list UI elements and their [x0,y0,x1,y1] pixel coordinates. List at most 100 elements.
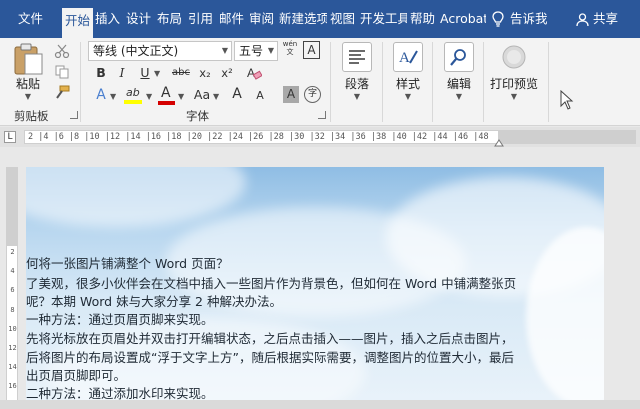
subscript-button[interactable]: x₂ [196,64,214,82]
cut-icon[interactable] [54,44,70,58]
styles-label: 样式 [395,77,420,91]
document-text-line: 了美观，很多小伙伴会在文档中插入一些图片作为背景色，但如何在 Word 中铺满整… [26,276,517,291]
editing-button[interactable]: 编辑 ▼ [444,42,474,101]
font-color-swatch [158,101,175,105]
paste-dropdown-icon[interactable]: ▼ [25,92,31,101]
background-cloud [26,167,246,227]
font-size-combo[interactable]: 五号 ▼ [234,41,278,61]
share-label: 共享 [593,11,619,26]
clipboard-paste-icon [14,43,43,75]
document-page[interactable]: 何将一张图片铺满整个 Word 页面？ 了美观，很多小伙伴会在文档中插入一些图片… [26,167,604,409]
clipboard-launcher-icon[interactable] [70,111,78,119]
italic-button[interactable]: I [116,64,128,82]
tab-developer[interactable]: 开发工具 [360,7,407,31]
text-effects-button[interactable]: A [94,86,108,104]
word-window: 文件 开始 插入 设计 布局 引用 邮件 审阅 新建选项 视图 开发工具 帮助 … [0,0,640,409]
chevron-down-icon[interactable]: ▼ [178,92,184,101]
font-name-value: 等线 (中文正文) [93,44,179,58]
tab-home[interactable]: 开始 [62,8,94,38]
vertical-ruler-scale: 2 4 6 8 10 12 14 16 [8,248,17,391]
font-launcher-icon[interactable] [318,111,326,119]
document-text-line: 后将图片的布局设置成“浮于文字上方”，随后根据实际需要，调整图片的位置大小，最后 [26,350,514,365]
character-border-button[interactable]: A [303,41,320,59]
chevron-down-icon[interactable]: ▼ [154,69,160,78]
horizontal-ruler[interactable]: 2 |4 |6 |8 |10 |12 |14 |16 |18 |20 |22 |… [0,127,640,147]
paragraph-label: 段落 [344,77,369,91]
tab-mailings[interactable]: 邮件 [219,7,244,31]
group-divider [80,42,81,122]
phonetic-guide-button[interactable]: wén 文 [282,40,298,56]
group-divider [483,42,484,122]
ribbon-tab-bar: 文件 开始 插入 设计 布局 引用 邮件 审阅 新建选项 视图 开发工具 帮助 … [0,0,640,38]
enclose-characters-button[interactable]: 字 [304,86,321,103]
tab-layout[interactable]: 布局 [157,7,182,31]
document-title-line: 何将一张图片铺满整个 Word 页面？ [26,256,229,271]
tab-review[interactable]: 审阅 [249,7,274,31]
tab-stop-selector[interactable]: L [4,131,16,143]
group-divider [548,42,549,122]
grow-font-button[interactable]: A [230,85,244,103]
font-size-value: 五号 [239,44,264,58]
superscript-button[interactable]: x² [218,64,236,82]
tab-references[interactable]: 引用 [188,7,213,31]
chevron-down-icon: ▼ [267,46,274,55]
tab-new-options[interactable]: 新建选项 [279,7,327,31]
document-text-line: 一种方法：通过页眉页脚来实现。 [26,312,214,327]
chevron-down-icon[interactable]: ▼ [146,92,152,101]
tab-view[interactable]: 视图 [330,7,355,31]
highlight-glyph: ab [126,86,140,99]
font-color-button[interactable]: A [158,85,176,106]
share-button[interactable]: 共享 [576,7,618,31]
chevron-down-icon: ▼ [510,92,518,101]
font-group-label: 字体 [186,109,209,123]
print-preview-button[interactable]: 打印预览 ▼ [490,42,538,101]
tab-design[interactable]: 设计 [126,7,151,31]
tab-insert[interactable]: 插入 [95,7,120,31]
tab-acrobat[interactable]: Acrobat [440,7,486,31]
paste-button[interactable]: 粘贴 ▼ [12,42,44,101]
format-painter-icon[interactable] [54,85,70,99]
svg-text:A: A [247,66,255,80]
styles-icon: A [393,42,423,72]
copy-icon[interactable] [54,65,70,79]
group-divider [432,42,433,122]
shrink-font-button[interactable]: A [254,87,266,105]
highlight-color-swatch [124,100,142,104]
editing-label: 编辑 [446,77,471,91]
document-text-line: 出页眉页脚即可。 [26,368,127,383]
font-color-glyph: A [161,85,171,101]
chevron-down-icon[interactable]: ▼ [110,92,116,101]
highlight-button[interactable]: ab [124,86,144,106]
font-name-combo[interactable]: 等线 (中文正文) ▼ [88,41,232,61]
styles-button[interactable]: A 样式 ▼ [393,42,423,101]
chevron-down-icon[interactable]: ▼ [213,92,219,101]
search-icon [444,42,474,72]
clipboard-group-label: 剪贴板 [14,109,49,123]
group-divider [382,42,383,122]
chevron-down-icon: ▼ [455,92,463,101]
underline-button[interactable]: U [138,64,152,82]
status-strip [0,400,640,409]
character-shading-button[interactable]: A [283,86,299,103]
chevron-down-icon: ▼ [404,92,412,101]
lightbulb-icon [492,11,504,27]
paragraph-icon [342,42,372,72]
tab-help[interactable]: 帮助 [410,7,435,31]
bold-button[interactable]: B [94,64,108,82]
chevron-down-icon: ▼ [353,92,361,101]
tab-file[interactable]: 文件 [18,7,43,31]
change-case-button[interactable]: Aa [192,86,212,104]
person-icon [576,12,589,26]
paragraph-button[interactable]: 段落 ▼ [342,42,372,101]
tell-me-box[interactable]: 告诉我 [492,7,548,31]
document-text-line: 呢？本期 Word 妹与大家分享 2 种解决办法。 [26,294,282,309]
tell-me-label: 告诉我 [510,11,548,26]
clear-formatting-icon[interactable]: A [246,65,262,81]
strikethrough-button[interactable]: abc [170,64,192,82]
indent-marker-icon[interactable] [494,139,504,147]
vertical-ruler[interactable]: 2 4 6 8 10 12 14 16 [6,167,18,407]
mouse-cursor-icon [560,90,574,110]
chevron-down-icon: ▼ [221,46,228,55]
print-preview-icon [499,42,529,72]
ruler-right-margin [498,131,635,143]
